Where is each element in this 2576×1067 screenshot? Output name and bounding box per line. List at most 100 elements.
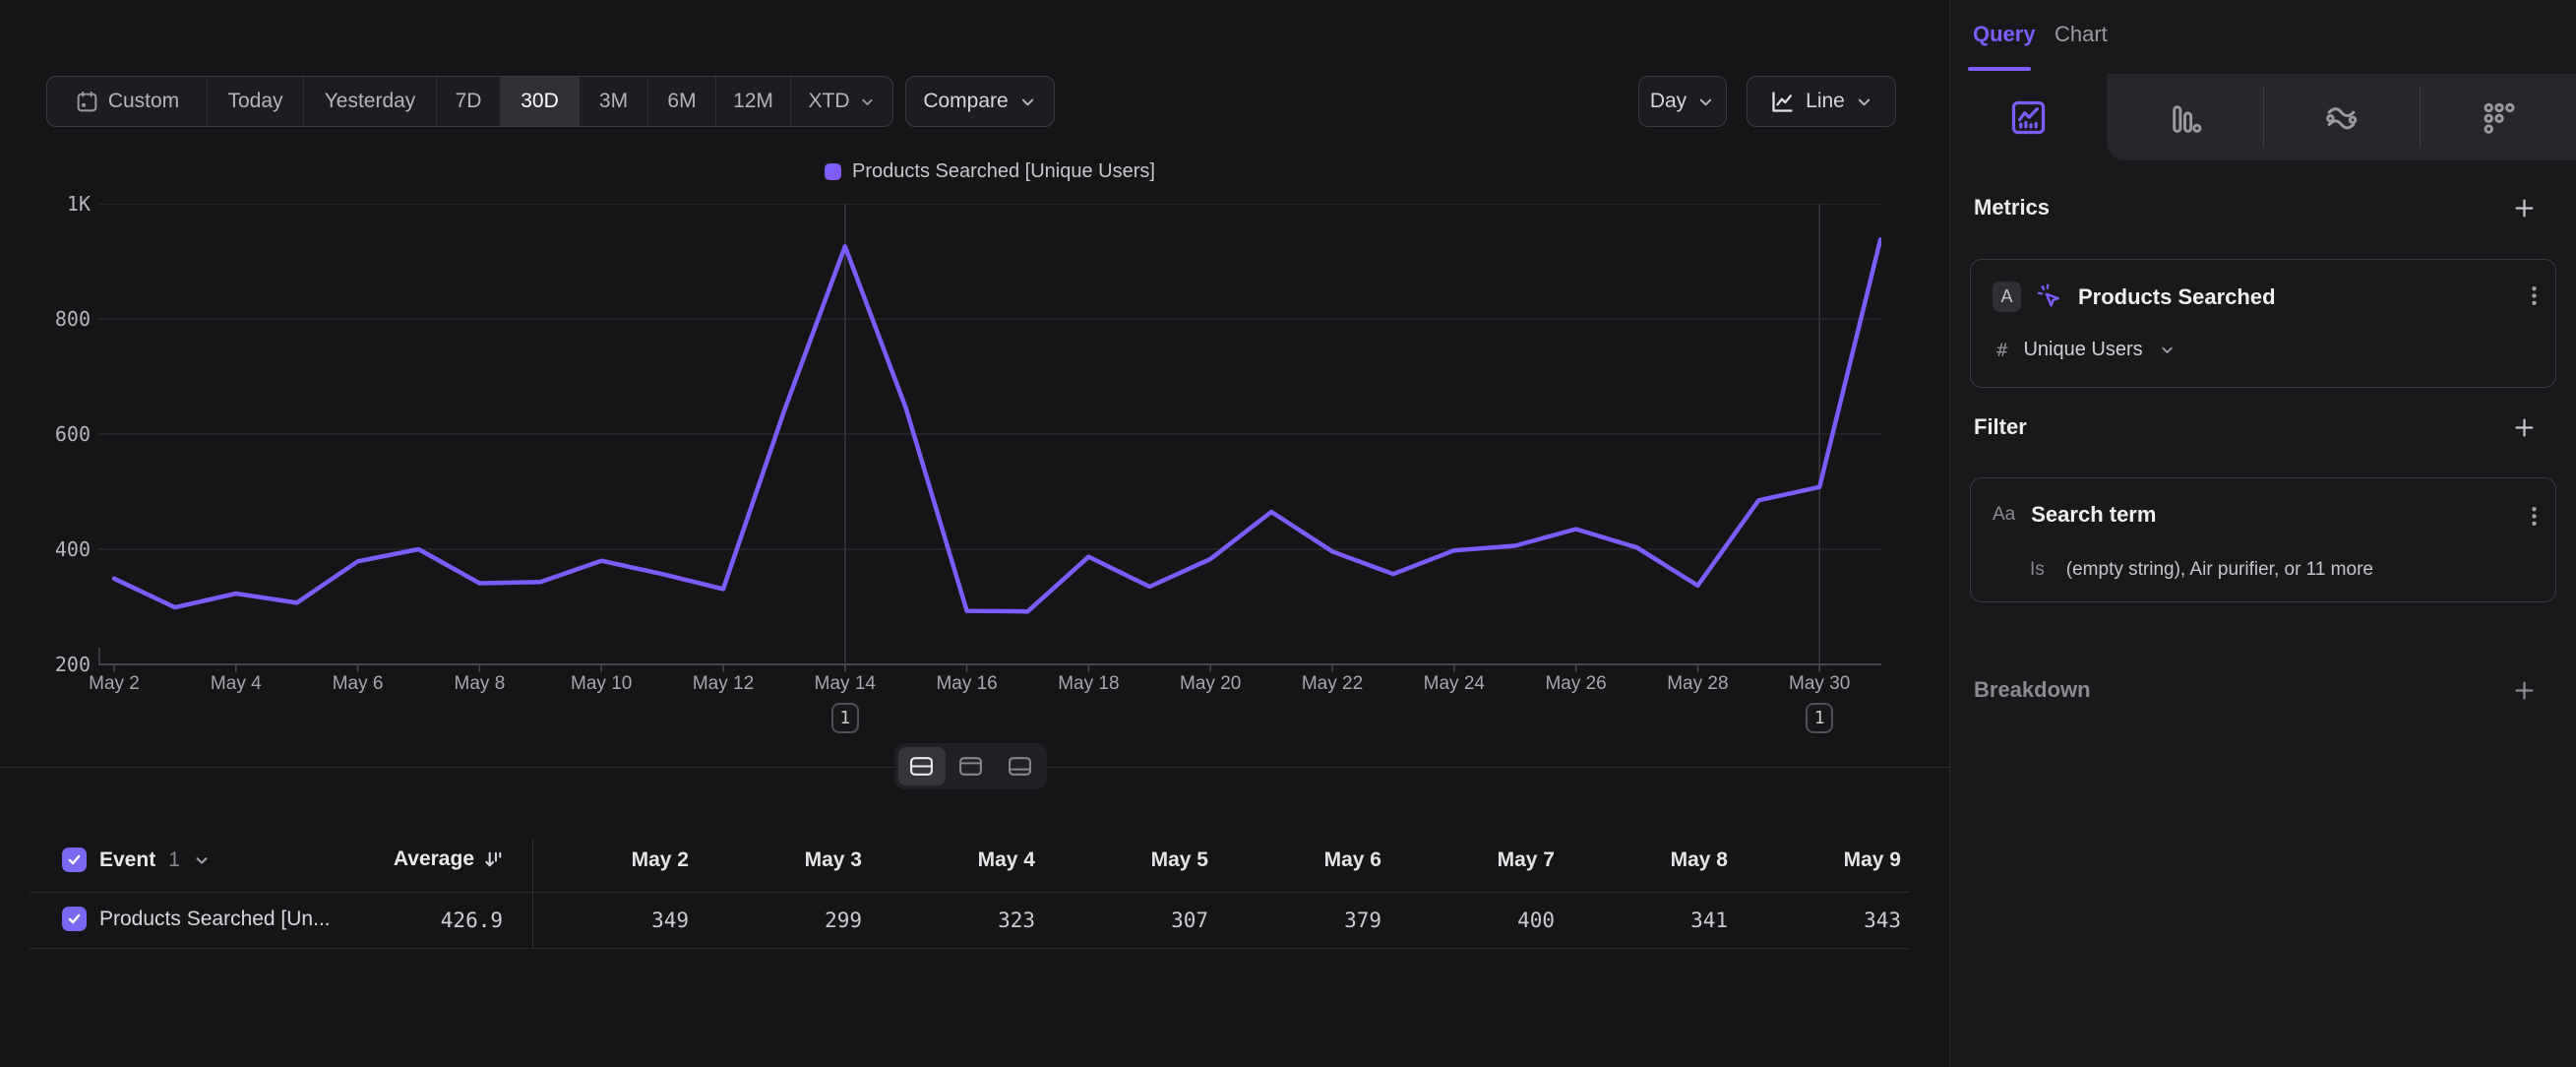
x-axis-label: May 4 bbox=[189, 673, 283, 695]
insights-chart-tab[interactable] bbox=[1950, 74, 2107, 160]
metric-name: Products Searched bbox=[2078, 284, 2276, 310]
legend-swatch bbox=[825, 163, 841, 180]
table-column-divider bbox=[532, 840, 533, 948]
table-header-event: Event 1 bbox=[62, 847, 211, 872]
average-column-header[interactable]: Average bbox=[295, 847, 506, 871]
main-area: CustomTodayYesterday7D30D3M6M12MXTD Comp… bbox=[0, 0, 1950, 1067]
aggregation-symbol: # bbox=[1996, 340, 2007, 361]
metric-menu-kebab-icon[interactable] bbox=[2522, 283, 2546, 308]
y-axis-label: 1K bbox=[31, 192, 91, 216]
legend-label: Products Searched [Unique Users] bbox=[852, 160, 1155, 183]
add-breakdown-button[interactable] bbox=[2511, 677, 2538, 704]
breakdown-heading: Breakdown bbox=[1974, 677, 2091, 703]
flow-icon bbox=[2323, 99, 2360, 136]
calendar-icon bbox=[75, 90, 99, 114]
date-range-7d[interactable]: 7D bbox=[437, 77, 501, 126]
date-range-3m[interactable]: 3M bbox=[580, 77, 648, 126]
table-column-header[interactable]: May 5 bbox=[1061, 848, 1208, 872]
date-range-control: CustomTodayYesterday7D30D3M6M12MXTD bbox=[46, 76, 893, 127]
x-axis-label: May 20 bbox=[1163, 673, 1257, 695]
date-range-today[interactable]: Today bbox=[208, 77, 304, 126]
table-column-header[interactable]: May 9 bbox=[1753, 848, 1901, 872]
table-column-header[interactable]: May 6 bbox=[1234, 848, 1381, 872]
table-column-header[interactable]: May 8 bbox=[1580, 848, 1728, 872]
y-axis-label: 400 bbox=[31, 537, 91, 561]
table-column-header[interactable]: May 3 bbox=[714, 848, 862, 872]
active-tab-underline bbox=[1968, 67, 2031, 71]
event-count: 1 bbox=[168, 848, 180, 872]
table-cell-value: 307 bbox=[1061, 909, 1208, 932]
add-filter-button[interactable] bbox=[2511, 414, 2538, 441]
annotation-badge[interactable]: 1 bbox=[1806, 703, 1833, 733]
granularity-button[interactable]: Day bbox=[1638, 76, 1727, 127]
insights-icon bbox=[2008, 97, 2049, 138]
flow-chart-tab[interactable] bbox=[2263, 74, 2420, 160]
table-column-header[interactable]: May 2 bbox=[541, 848, 689, 872]
date-range-6m[interactable]: 6M bbox=[648, 77, 716, 126]
average-value: 426.9 bbox=[365, 909, 503, 932]
line-chart-icon bbox=[1769, 89, 1796, 115]
chart-type-label: Line bbox=[1806, 90, 1845, 113]
chart-type-button[interactable]: Line bbox=[1747, 76, 1896, 127]
add-metric-button[interactable] bbox=[2511, 195, 2538, 221]
granularity-label: Day bbox=[1650, 90, 1687, 113]
filter-heading: Filter bbox=[1974, 414, 2027, 440]
row-checkbox[interactable] bbox=[62, 907, 87, 931]
metric-card[interactable]: A Products Searched # Unique Users bbox=[1970, 259, 2556, 388]
chevron-down-icon[interactable] bbox=[193, 851, 211, 869]
sort-icon[interactable] bbox=[483, 848, 506, 871]
table-row-border bbox=[30, 948, 1909, 949]
compare-button[interactable]: Compare bbox=[905, 76, 1055, 127]
filter-operator[interactable]: Is bbox=[2030, 559, 2045, 581]
table-cell-value: 323 bbox=[888, 909, 1035, 932]
x-axis-label: May 12 bbox=[676, 673, 770, 695]
bar-chart-icon bbox=[2167, 99, 2203, 136]
event-label: Event bbox=[99, 848, 155, 872]
chart-legend: Products Searched [Unique Users] bbox=[98, 160, 1881, 183]
x-axis-label: May 24 bbox=[1407, 673, 1502, 695]
filter-card[interactable]: Aa Search term Is (empty string), Air pu… bbox=[1970, 477, 2556, 602]
chevron-down-icon bbox=[1855, 93, 1873, 111]
table-cell-value: 349 bbox=[541, 909, 689, 932]
table-column-header[interactable]: May 4 bbox=[888, 848, 1035, 872]
date-range-30d[interactable]: 30D bbox=[501, 77, 580, 126]
annotation-badge[interactable]: 1 bbox=[831, 703, 859, 733]
x-axis-label: May 10 bbox=[554, 673, 648, 695]
chart-only-view-button[interactable] bbox=[948, 747, 995, 785]
x-axis-label: May 16 bbox=[920, 673, 1014, 695]
filter-menu-kebab-icon[interactable] bbox=[2522, 504, 2546, 529]
event-checkbox[interactable] bbox=[62, 847, 87, 872]
date-range-12m[interactable]: 12M bbox=[716, 77, 791, 126]
x-axis-label: May 18 bbox=[1041, 673, 1135, 695]
tab-query[interactable]: Query bbox=[1973, 22, 2036, 47]
table-cell-value: 341 bbox=[1580, 909, 1728, 932]
tab-chart[interactable]: Chart bbox=[2055, 22, 2108, 47]
table-row[interactable]: Products Searched [Un... bbox=[62, 907, 331, 931]
table-only-view-button[interactable] bbox=[996, 747, 1043, 785]
date-range-yesterday[interactable]: Yesterday bbox=[304, 77, 437, 126]
y-axis-label: 800 bbox=[31, 307, 91, 331]
metrics-heading: Metrics bbox=[1974, 195, 2050, 220]
aggregation-label[interactable]: Unique Users bbox=[2023, 339, 2142, 361]
date-range-xtd[interactable]: XTD bbox=[791, 77, 892, 126]
x-axis-label: May 22 bbox=[1285, 673, 1380, 695]
chevron-down-icon bbox=[1018, 93, 1037, 111]
compare-label: Compare bbox=[923, 90, 1008, 113]
metric-letter-badge: A bbox=[1993, 282, 2021, 312]
x-axis-label: May 14 bbox=[798, 673, 892, 695]
filter-value[interactable]: (empty string), Air purifier, or 11 more bbox=[2066, 559, 2373, 581]
property-type-label: Aa bbox=[1993, 504, 2015, 526]
view-toggle bbox=[894, 743, 1047, 789]
table-cell-value: 343 bbox=[1753, 909, 1901, 932]
funnel-dots-icon bbox=[2480, 99, 2516, 136]
table-column-header[interactable]: May 7 bbox=[1407, 848, 1555, 872]
line-chart[interactable] bbox=[98, 204, 1881, 674]
date-range-custom[interactable]: Custom bbox=[47, 77, 208, 126]
split-view-button[interactable] bbox=[898, 747, 946, 785]
x-axis-label: May 2 bbox=[67, 673, 161, 695]
funnel-chart-tab[interactable] bbox=[2420, 74, 2576, 160]
x-axis-label: May 30 bbox=[1772, 673, 1867, 695]
filter-property-name: Search term bbox=[2031, 502, 2156, 528]
bar-chart-tab[interactable] bbox=[2107, 74, 2263, 160]
y-axis-label: 600 bbox=[31, 422, 91, 446]
